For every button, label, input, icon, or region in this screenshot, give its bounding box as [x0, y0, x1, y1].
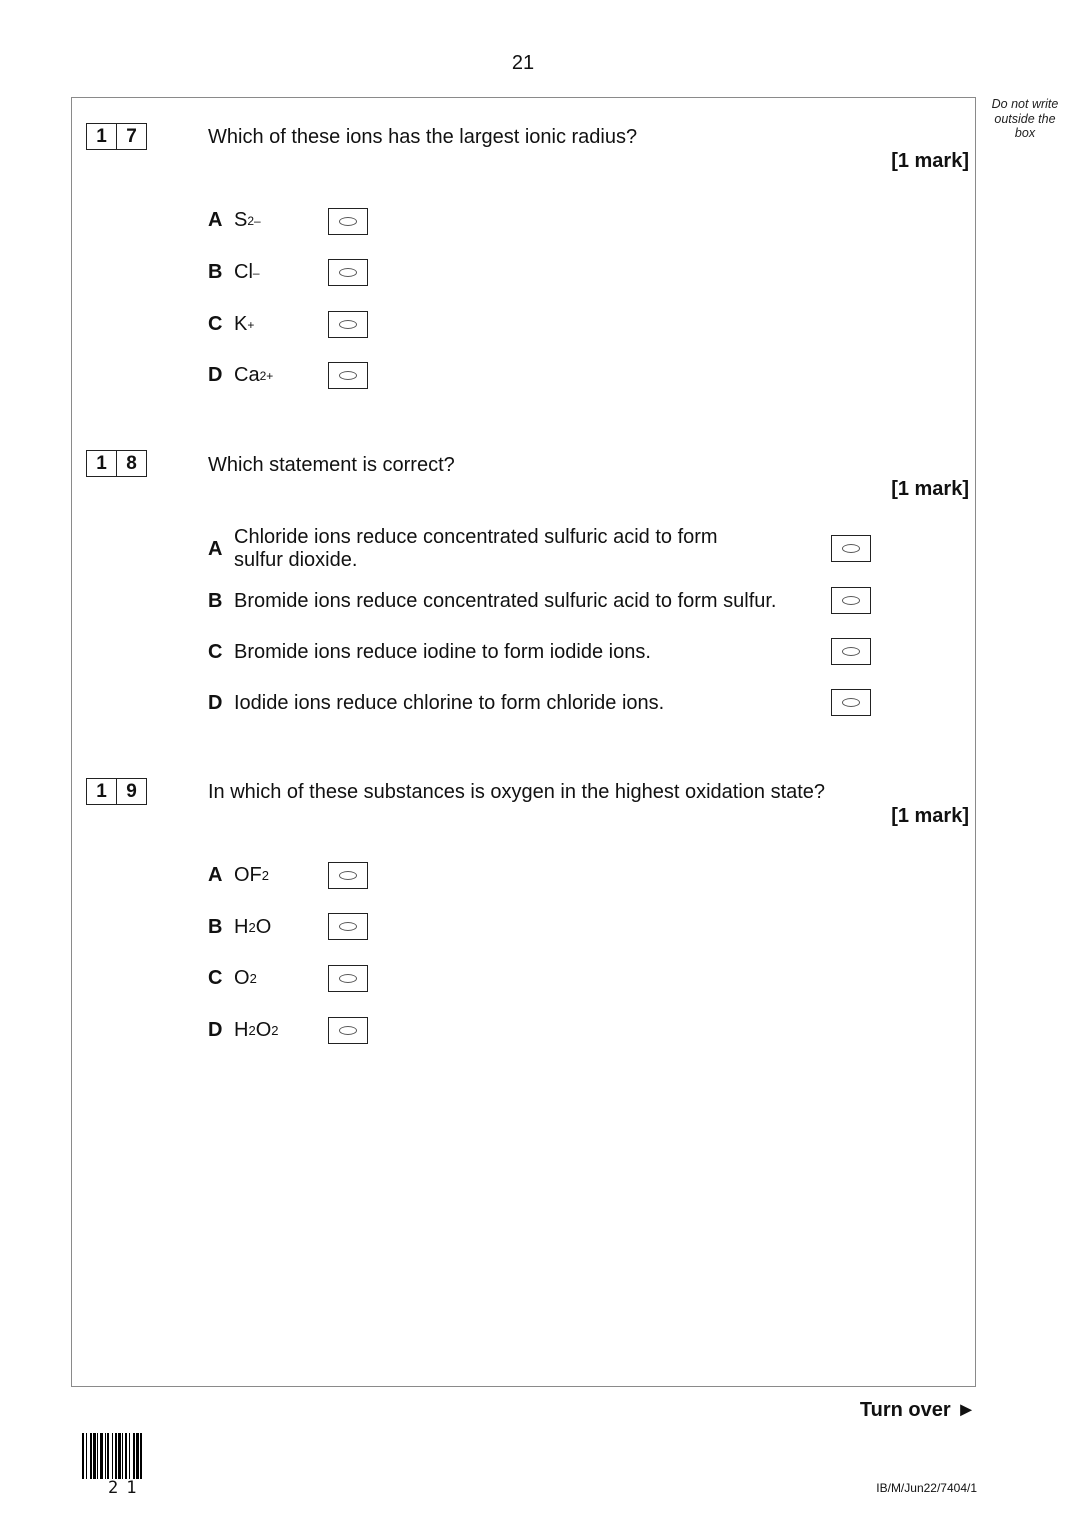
- formula-part: H: [234, 916, 249, 938]
- q18-option-c: C Bromide ions reduce iodine to form iodi…: [208, 641, 651, 664]
- option-letter: C: [208, 313, 223, 335]
- paper-code: IB/M/Jun22/7404/1: [876, 1481, 977, 1495]
- option-letter: A: [208, 864, 223, 886]
- q17-answer-box-a[interactable]: [328, 208, 368, 235]
- option-letter: B: [208, 590, 223, 612]
- q19-option-c: CO2: [208, 967, 257, 989]
- option-letter: C: [208, 641, 223, 663]
- oval-icon: [339, 922, 357, 931]
- q18-option-a: A Chloride ions reduce concentrated sulf…: [208, 526, 718, 572]
- option-text: Bromide ions reduce concentrated sulfuri…: [234, 590, 777, 612]
- option-letter: D: [208, 1019, 223, 1041]
- option-formula: S: [234, 209, 248, 231]
- option-letter: B: [208, 261, 223, 283]
- option-letter: B: [208, 916, 223, 938]
- turn-over-label: Turn over ►: [859, 1399, 976, 1421]
- formula-part: O: [234, 967, 250, 989]
- question-18-text: Which statement is correct?: [208, 454, 455, 476]
- q18-answer-box-a[interactable]: [831, 535, 871, 562]
- formula-part: O: [255, 1019, 272, 1041]
- oval-icon: [339, 371, 357, 380]
- q19-option-d: DH2O2: [208, 1019, 279, 1041]
- oval-icon: [339, 320, 357, 329]
- q18-option-d: D Iodide ions reduce chlorine to form chl…: [208, 692, 664, 715]
- oval-icon: [339, 871, 357, 880]
- digit: 1: [96, 781, 107, 802]
- q17-option-d: D Ca 2+: [208, 364, 274, 386]
- question-19-mark: [1 mark]: [891, 805, 969, 827]
- q19-answer-box-a[interactable]: [328, 862, 368, 889]
- q18-option-b: B Bromide ions reduce concentrated sulfur…: [208, 590, 776, 613]
- option-letter: D: [208, 692, 223, 714]
- q17-option-c: C K +: [208, 313, 255, 335]
- digit: 7: [116, 124, 146, 149]
- q18-answer-box-c[interactable]: [831, 638, 871, 665]
- oval-icon: [339, 268, 357, 277]
- digit: 8: [116, 451, 146, 476]
- option-letter: A: [208, 537, 223, 560]
- question-number-19: 19: [86, 778, 147, 805]
- option-formula: K: [234, 313, 248, 335]
- digit: 9: [116, 779, 146, 804]
- formula-part: OF: [234, 864, 262, 886]
- option-letter: A: [208, 209, 223, 231]
- q17-answer-box-d[interactable]: [328, 362, 368, 389]
- answer-frame: [71, 97, 976, 1387]
- barcode-bar: [142, 1433, 144, 1479]
- q19-option-a: A OF 2: [208, 864, 270, 886]
- q17-option-a: A S 2–: [208, 209, 261, 231]
- page-number: 21: [511, 52, 535, 74]
- oval-icon: [842, 596, 860, 605]
- q19-answer-box-b[interactable]: [328, 913, 368, 940]
- barcode: [82, 1433, 144, 1479]
- barcode-number: 21: [108, 1478, 145, 1498]
- q17-answer-box-b[interactable]: [328, 259, 368, 286]
- option-text-line: Chloride ions reduce concentrated sulfur…: [234, 526, 718, 548]
- question-number-17: 17: [86, 123, 147, 150]
- oval-icon: [842, 544, 860, 553]
- oval-icon: [339, 974, 357, 983]
- q18-answer-box-d[interactable]: [831, 689, 871, 716]
- option-formula: Ca: [234, 364, 260, 386]
- oval-icon: [842, 698, 860, 707]
- oval-icon: [339, 217, 357, 226]
- question-18-mark: [1 mark]: [891, 478, 969, 500]
- digit: 1: [96, 126, 107, 147]
- q17-option-b: B Cl –: [208, 261, 260, 283]
- q18-answer-box-b[interactable]: [831, 587, 871, 614]
- option-formula: Cl: [234, 261, 253, 283]
- q17-answer-box-c[interactable]: [328, 311, 368, 338]
- option-text: Iodide ions reduce chlorine to form chlo…: [234, 692, 665, 714]
- question-17-mark: [1 mark]: [891, 150, 969, 172]
- question-number-18: 18: [86, 450, 147, 477]
- formula-part: H: [234, 1019, 249, 1041]
- q19-answer-box-d[interactable]: [328, 1017, 368, 1044]
- q19-option-b: BH2O: [208, 916, 272, 938]
- oval-icon: [339, 1026, 357, 1035]
- oval-icon: [842, 647, 860, 656]
- option-letter: C: [208, 967, 223, 989]
- formula-part: O: [255, 916, 272, 938]
- option-text: Bromide ions reduce iodine to form iodid…: [234, 641, 651, 663]
- question-17-text: Which of these ions has the largest ioni…: [208, 126, 638, 148]
- q19-answer-box-c[interactable]: [328, 965, 368, 992]
- option-text-line: sulfur dioxide.: [234, 549, 358, 571]
- digit: 1: [96, 453, 107, 474]
- option-letter: D: [208, 364, 223, 386]
- question-19-text: In which of these substances is oxygen i…: [208, 781, 826, 803]
- margin-note: Do not write outside the box: [991, 97, 1059, 140]
